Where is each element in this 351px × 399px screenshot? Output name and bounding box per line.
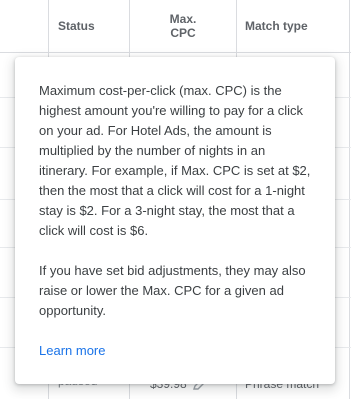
header-match-type-label: Match type (245, 19, 308, 33)
header-status[interactable]: Status (49, 0, 129, 52)
header-max-cpc[interactable]: Max. CPC (130, 0, 236, 52)
header-max-cpc-label-line1: Max. (169, 12, 197, 26)
table-header: Status Max. CPC Match type (0, 0, 351, 53)
popover-paragraph-1: Maximum cost-per-click (max. CPC) is the… (39, 83, 311, 238)
header-match-type[interactable]: Match type (237, 0, 351, 52)
popover-paragraph-2: If you have set bid adjustments, they ma… (39, 263, 306, 318)
header-cell-empty (0, 0, 48, 52)
max-cpc-help-popover: Maximum cost-per-click (max. CPC) is the… (15, 57, 335, 384)
header-max-cpc-label-line2: CPC (170, 26, 196, 40)
learn-more-link[interactable]: Learn more (39, 341, 105, 361)
header-status-label: Status (58, 19, 95, 33)
keywords-table-view: Status Max. CPC Match type paused $39.98… (0, 0, 351, 399)
